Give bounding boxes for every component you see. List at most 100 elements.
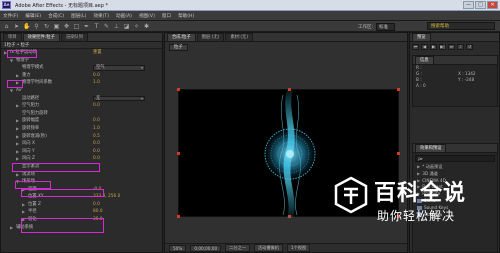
property-dropdown[interactable]: 空气 (93, 65, 145, 71)
property-row[interactable]: ▶ 风向 X 0.0 (1, 140, 162, 148)
property-row[interactable]: ▶ 旋转衰减(秒) 0.5 (1, 133, 162, 141)
tab-footage[interactable]: 素材:(无) (225, 33, 254, 41)
property-row[interactable]: ▶ 物理学时间系数 1.0 (1, 79, 162, 87)
first-frame-icon[interactable]: ⏮ (412, 44, 419, 50)
next-frame-icon[interactable]: ▶| (439, 44, 446, 50)
menu-effect[interactable]: 效果(T) (93, 13, 109, 19)
maximize-button[interactable]: □ (475, 1, 486, 9)
current-time-display[interactable]: 0;00;00;00 (190, 244, 222, 252)
puppet-tool-icon[interactable]: ✱ (143, 23, 150, 30)
audio-icon[interactable]: ♪ (457, 44, 464, 50)
play-icon[interactable]: ▶ (430, 44, 437, 50)
property-row[interactable]: ▶ 空气阻力 0.0 (1, 102, 162, 110)
twirl-closed-icon[interactable]: ▶ (16, 140, 19, 148)
property-row[interactable]: ▶ 位置 Z 0.0 (1, 201, 162, 209)
property-row[interactable]: 物理学模式 空气 (1, 64, 162, 72)
resolution-dropdown[interactable]: 二分之一 (225, 244, 250, 252)
type-tool-icon[interactable]: T (93, 23, 100, 30)
clone-stamp-tool-icon[interactable]: ⊥ (113, 23, 120, 30)
twirl-closed-icon[interactable]: ▶ (22, 201, 25, 209)
property-row[interactable]: ▶ 半径 80.0 (1, 208, 162, 216)
property-row[interactable]: 运动路径 无 (1, 95, 162, 103)
twirl-closed-icon[interactable]: ▶ (16, 117, 19, 125)
effects-search-input[interactable]: ρ▸ (415, 155, 495, 162)
menu-layer[interactable]: 图层(L) (71, 13, 86, 19)
twirl-closed-icon[interactable]: ▶ (10, 224, 13, 232)
property-value[interactable]: 80.0 (93, 208, 103, 216)
property-value[interactable]: 1.0 (93, 79, 100, 87)
property-value[interactable]: 0.0 (93, 155, 100, 163)
menu-file[interactable]: 文件(F) (3, 13, 18, 19)
selection-tool-icon[interactable]: ➤ (13, 23, 20, 30)
prev-frame-icon[interactable]: ◀ (421, 44, 428, 50)
menu-window[interactable]: 窗口 (162, 13, 171, 19)
property-row[interactable]: ▶ 旋转频率 1.0 (1, 125, 162, 133)
tab-render-queue[interactable]: 渲染队列 (60, 33, 89, 41)
property-row[interactable]: ▶ 风向 Y 0.0 (1, 148, 162, 156)
property-label: 风向 Z (22, 156, 35, 162)
window-title: Adobe After Effects - 无标题项目.aep * (15, 2, 108, 9)
eraser-tool-icon[interactable]: ◪ (123, 23, 130, 30)
twirl-closed-icon[interactable]: ▶ (16, 148, 19, 156)
last-frame-icon[interactable]: ⏭ (448, 44, 455, 50)
zoom-dropdown[interactable]: 50% (169, 244, 187, 252)
menu-view[interactable]: 视图(V) (139, 13, 155, 19)
tab-composition[interactable]: 合成:粒子 (167, 33, 196, 41)
property-value[interactable]: 0.0 (93, 201, 100, 209)
property-value[interactable]: 1.0 (93, 125, 100, 133)
tab-effects-presets[interactable]: 效果和预设 (415, 144, 447, 152)
tab-project[interactable]: 项目 (3, 33, 22, 41)
menu-animation[interactable]: 动画(A) (116, 13, 132, 19)
twirl-closed-icon[interactable]: ▶ (16, 72, 19, 80)
twirl-closed-icon[interactable]: ▶ (16, 102, 19, 110)
property-row[interactable]: ▶ 重力 0.0 (1, 72, 162, 80)
zoom-tool-icon[interactable]: ⚲ (33, 23, 40, 30)
property-dropdown[interactable]: 无 (93, 95, 145, 102)
view-layout-dropdown[interactable]: 1个视图 (286, 244, 311, 252)
twirl-closed-icon[interactable]: ▶ (16, 133, 19, 141)
property-label: Air (16, 87, 22, 93)
camera-dropdown[interactable]: 活动摄像机 (253, 244, 283, 252)
tab-info[interactable]: 信息 (415, 56, 434, 64)
property-row[interactable]: 空气阻力旋转 (1, 110, 162, 118)
brush-tool-icon[interactable]: ✎ (103, 23, 110, 30)
minimize-button[interactable]: — (463, 1, 474, 9)
property-value[interactable]: 0.0 (93, 140, 100, 148)
tab-effect-controls[interactable]: 效果控件:粒子 (22, 33, 60, 41)
tab-preview[interactable]: 预览 (412, 33, 431, 41)
comp-name-chip[interactable]: 粒子 (169, 44, 188, 51)
pan-behind-tool-icon[interactable]: ✥ (63, 23, 70, 30)
twirl-closed-icon[interactable]: ▶ (16, 125, 19, 133)
property-row[interactable]: ▶ 风向 Z 0.0 (1, 155, 162, 163)
twirl-closed-icon[interactable]: ▶ (16, 155, 19, 163)
loop-icon[interactable]: ↺ (466, 44, 473, 50)
home-icon[interactable]: ⌂ (3, 23, 10, 30)
property-value[interactable]: 0.0 (93, 117, 100, 125)
shape-tool-icon[interactable]: □ (73, 23, 80, 30)
info-alpha: A : 0 (416, 83, 426, 88)
property-value[interactable]: 重置 (93, 49, 102, 57)
roto-brush-tool-icon[interactable]: ✧ (133, 23, 140, 30)
tab-layer[interactable]: 图层:(无) (196, 33, 225, 41)
property-row[interactable]: ▼ Air (1, 87, 162, 95)
twirl-open-icon[interactable]: ▼ (10, 87, 13, 95)
menu-edit[interactable]: 编辑(E) (25, 13, 41, 19)
help-search-input[interactable]: 搜索帮助 (427, 22, 495, 30)
property-value[interactable]: 0.0 (93, 102, 100, 110)
workspace-dropdown[interactable]: 标准 (376, 23, 396, 31)
pen-tool-icon[interactable]: ✒ (83, 23, 90, 30)
twirl-closed-icon[interactable]: ▶ (417, 164, 420, 169)
menu-help[interactable]: 帮助(H) (178, 13, 194, 19)
rotate-tool-icon[interactable]: ↻ (43, 23, 50, 30)
property-label: 旋转幅度 (22, 118, 40, 124)
property-label: 空气阻力 (22, 103, 40, 109)
hand-tool-icon[interactable]: ✋ (23, 23, 30, 30)
property-value[interactable]: 0.0 (93, 148, 100, 156)
twirl-closed-icon[interactable]: ▶ (22, 208, 25, 216)
property-value[interactable]: 0.5 (93, 133, 100, 141)
camera-tool-icon[interactable]: ▣ (53, 23, 60, 30)
close-button[interactable]: ✕ (487, 1, 498, 9)
property-value[interactable]: 0.0 (93, 72, 100, 80)
menu-composition[interactable]: 合成(C) (48, 13, 64, 19)
property-row[interactable]: ▶ 旋转幅度 0.0 (1, 117, 162, 125)
